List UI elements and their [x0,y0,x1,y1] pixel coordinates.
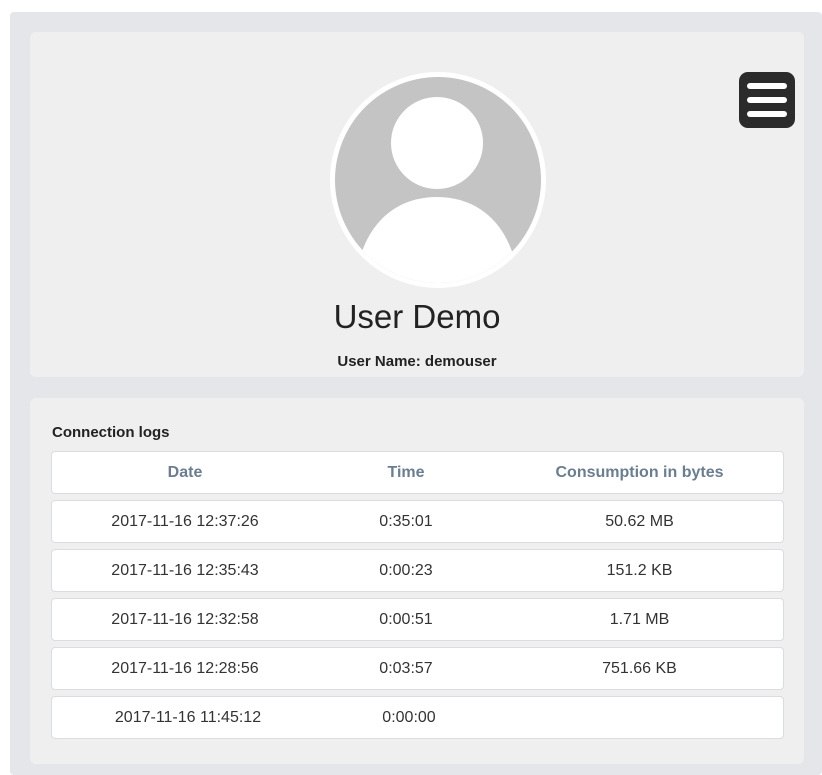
row-time: 0:00:00 [382,709,436,726]
row-date: 2017-11-16 12:28:56 [111,660,259,677]
user-full-name: User Demo [333,298,501,335]
connection-logs-title: Connection logs [52,424,170,441]
column-header-date: Date [167,464,203,481]
row-time: 0:35:01 [379,513,433,530]
menu-button[interactable] [739,72,795,128]
table-row: 2017-11-16 12:37:26 0:35:01 50.62 MB [51,500,784,543]
row-consumption: 1.71 MB [609,611,670,628]
table-row: 2017-11-16 12:32:58 0:00:51 1.71 MB [51,598,784,641]
row-date: 2017-11-16 11:45:12 [114,709,262,726]
row-consumption: 50.62 MB [605,513,674,530]
table-row: 2017-11-16 12:28:56 0:03:57 751.66 KB [51,647,784,690]
table-header-row: Date Time Consumption in bytes [51,451,784,494]
row-time: 0:00:23 [379,562,433,579]
row-consumption: 151.2 KB [606,562,673,579]
connection-logs-panel: Connection logs Date Time Consumption in… [30,398,804,764]
column-header-time: Time [387,464,425,481]
row-consumption: 751.66 KB [602,660,677,677]
row-date: 2017-11-16 12:35:43 [111,562,259,579]
row-date: 2017-11-16 12:37:26 [111,513,259,530]
table-row: 2017-11-16 11:45:12 0:00:00 [51,696,784,739]
profile-panel: User Demo User Name: demouser [30,32,804,377]
row-date: 2017-11-16 12:32:58 [111,611,259,628]
row-time: 0:03:57 [379,660,433,677]
avatar [330,72,546,288]
user-silhouette-icon [335,77,541,283]
table-row: 2017-11-16 12:35:43 0:00:23 151.2 KB [51,549,784,592]
user-name-label: User Name: demouser [337,353,497,370]
row-time: 0:00:51 [379,611,433,628]
hamburger-menu-icon [747,83,787,89]
page-frame: User Demo User Name: demouser Connection… [10,12,822,775]
column-header-consumption: Consumption in bytes [555,464,724,481]
